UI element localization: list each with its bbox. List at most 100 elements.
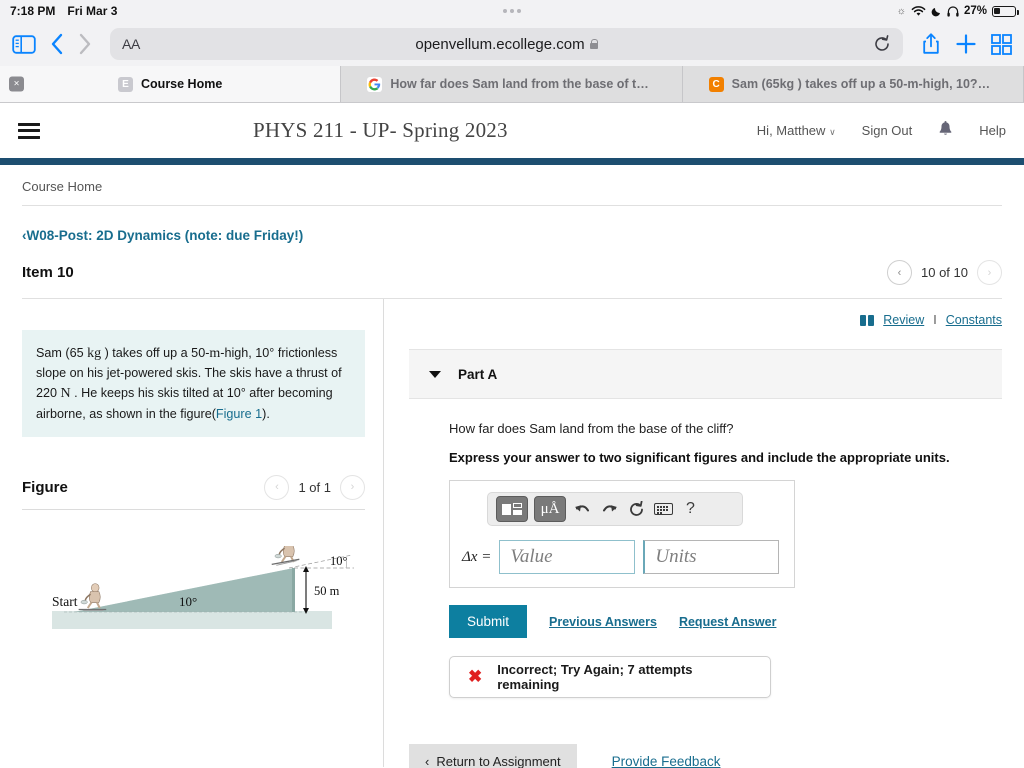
constants-link[interactable]: Constants bbox=[946, 313, 1002, 327]
item-next-button[interactable]: › bbox=[977, 260, 1002, 285]
figure-image[interactable]: 10° 50 m 10° Start bbox=[22, 545, 365, 641]
forward-chevron-icon[interactable] bbox=[78, 32, 92, 56]
reset-icon[interactable] bbox=[626, 500, 647, 518]
item-prev-button[interactable]: ‹ bbox=[887, 260, 912, 285]
wifi-icon bbox=[911, 5, 926, 16]
moon-icon bbox=[931, 7, 940, 16]
status-time: 7:18 PM bbox=[10, 4, 56, 18]
redo-icon[interactable] bbox=[599, 502, 620, 517]
figure-1-link[interactable]: Figure 1 bbox=[216, 407, 262, 421]
battery-percent: 27% bbox=[963, 5, 987, 17]
figure-title: Figure bbox=[22, 478, 68, 496]
previous-answers-link[interactable]: Previous Answers bbox=[549, 615, 657, 629]
address-bar-url: openvellum.ecollege.com bbox=[110, 36, 903, 53]
question-instruction: Express your answer to two significant f… bbox=[449, 450, 950, 465]
lock-icon bbox=[589, 38, 599, 49]
course-header: PHYS 211 - UP- Spring 2023 Hi, Matthew ∨… bbox=[0, 103, 1024, 158]
plus-icon[interactable] bbox=[955, 33, 977, 55]
figure-next-button[interactable]: › bbox=[340, 474, 365, 500]
book-icon bbox=[860, 314, 875, 326]
sign-out-link[interactable]: Sign Out bbox=[862, 123, 913, 138]
links-separator: I bbox=[933, 313, 937, 327]
submit-button[interactable]: Submit bbox=[449, 605, 528, 638]
answer-entry-box: μÅ ? Δx = Value Units bbox=[449, 480, 795, 588]
answer-column: Review I Constants Part A How far does S… bbox=[384, 299, 1002, 768]
provide-feedback-link[interactable]: Provide Feedback bbox=[612, 754, 721, 768]
ipad-status-bar: 7:18 PM Fri Mar 3 ☼ 27% bbox=[0, 0, 1024, 22]
back-caret-icon: ‹ bbox=[425, 754, 430, 768]
assignment-back-link[interactable]: ‹W08-Post: 2D Dynamics (note: due Friday… bbox=[22, 228, 303, 243]
action-row: Submit Previous Answers Request Answer bbox=[449, 605, 1002, 638]
answer-label: Δx = bbox=[462, 548, 492, 565]
bell-icon[interactable] bbox=[938, 120, 953, 141]
brightness-icon: ☼ bbox=[896, 5, 906, 17]
browser-tab-chegg[interactable]: C Sam (65kg ) takes off up a 50-m-high, … bbox=[683, 66, 1024, 102]
answer-input-row: Δx = Value Units bbox=[462, 540, 782, 574]
review-link[interactable]: Review bbox=[883, 313, 924, 327]
return-label: Return to Assignment bbox=[436, 754, 561, 768]
item-label: Item 10 bbox=[22, 264, 74, 281]
part-a-header[interactable]: Part A bbox=[409, 349, 1002, 399]
breadcrumb-course-home[interactable]: Course Home bbox=[22, 179, 1002, 205]
breadcrumb: Course Home bbox=[0, 165, 1024, 206]
tab-title: Sam (65kg ) takes off up a 50-m-high, 10… bbox=[731, 77, 997, 91]
item-pager: ‹ 10 of 10 › bbox=[887, 260, 1002, 285]
hamburger-menu-icon[interactable] bbox=[18, 122, 40, 139]
x-mark-icon: ✖ bbox=[468, 667, 483, 686]
tab-title: How far does Sam land from the base of t… bbox=[390, 77, 655, 91]
chevron-down-icon: ∨ bbox=[829, 127, 836, 137]
figure-pager: ‹ 1 of 1 › bbox=[264, 474, 365, 500]
return-to-assignment-button[interactable]: ‹ Return to Assignment bbox=[409, 744, 577, 768]
browser-tab-google-search[interactable]: How far does Sam land from the base of t… bbox=[341, 66, 683, 102]
item-pager-text: 10 of 10 bbox=[921, 265, 968, 280]
tab-grid-icon[interactable] bbox=[991, 33, 1012, 55]
math-template-icon[interactable] bbox=[496, 496, 528, 522]
request-answer-link[interactable]: Request Answer bbox=[679, 615, 776, 629]
user-menu[interactable]: Hi, Matthew ∨ bbox=[757, 123, 836, 138]
share-icon[interactable] bbox=[921, 32, 941, 56]
status-date: Fri Mar 3 bbox=[67, 4, 118, 18]
figure-header-row: Figure ‹ 1 of 1 › bbox=[22, 474, 365, 510]
review-links-row: Review I Constants bbox=[409, 313, 1002, 327]
favicon-e: E bbox=[118, 76, 134, 92]
math-toolbar: μÅ ? bbox=[487, 492, 743, 526]
address-bar[interactable]: AA openvellum.ecollege.com bbox=[110, 28, 903, 60]
problem-statement: Sam (65 kg ) takes off up a 50-m-high, 1… bbox=[22, 330, 365, 437]
svg-text:10°: 10° bbox=[330, 554, 348, 568]
favicon-chegg: C bbox=[708, 76, 724, 92]
multitask-dots[interactable] bbox=[503, 9, 521, 13]
close-icon[interactable]: × bbox=[9, 76, 24, 92]
headphones-icon bbox=[947, 5, 959, 17]
units-symbol-button[interactable]: μÅ bbox=[534, 496, 566, 522]
safari-toolbar: AA openvellum.ecollege.com bbox=[0, 22, 1024, 66]
units-input[interactable]: Units bbox=[643, 540, 780, 574]
figure-pager-text: 1 of 1 bbox=[298, 479, 331, 495]
favicon-google bbox=[367, 76, 383, 92]
svg-text:50 m: 50 m bbox=[314, 584, 340, 598]
svg-text:Start: Start bbox=[52, 594, 78, 609]
feedback-banner: ✖ Incorrect; Try Again; 7 attempts remai… bbox=[449, 656, 771, 698]
back-chevron-icon[interactable] bbox=[50, 32, 64, 56]
page-title: PHYS 211 - UP- Spring 2023 bbox=[253, 118, 508, 142]
caret-down-icon[interactable] bbox=[429, 370, 441, 378]
tab-strip: × E Course Home How far does Sam land fr… bbox=[0, 66, 1024, 103]
keyboard-icon[interactable] bbox=[653, 503, 674, 515]
header-accent-bar bbox=[0, 158, 1024, 165]
svg-text:10°: 10° bbox=[179, 594, 197, 609]
help-link[interactable]: Help bbox=[979, 123, 1006, 138]
sidebar-icon[interactable] bbox=[12, 34, 36, 55]
tab-title: Course Home bbox=[141, 77, 223, 91]
value-input[interactable]: Value bbox=[499, 540, 636, 574]
part-a-label: Part A bbox=[458, 366, 498, 382]
item-header-row: Item 10 ‹ 10 of 10 › bbox=[22, 260, 1002, 299]
figure-prev-button[interactable]: ‹ bbox=[264, 474, 290, 500]
browser-tab-course-home[interactable]: × E Course Home bbox=[0, 66, 342, 102]
help-icon[interactable]: ? bbox=[680, 500, 701, 518]
question-text: How far does Sam land from the base of t… bbox=[449, 421, 734, 436]
battery-icon bbox=[992, 5, 1019, 17]
undo-icon[interactable] bbox=[572, 502, 593, 517]
feedback-text: Incorrect; Try Again; 7 attempts remaini… bbox=[497, 662, 693, 692]
problem-column: Sam (65 kg ) takes off up a 50-m-high, 1… bbox=[22, 299, 384, 767]
reload-icon[interactable] bbox=[873, 35, 891, 53]
footer-row: ‹ Return to Assignment Provide Feedback bbox=[409, 744, 1002, 768]
